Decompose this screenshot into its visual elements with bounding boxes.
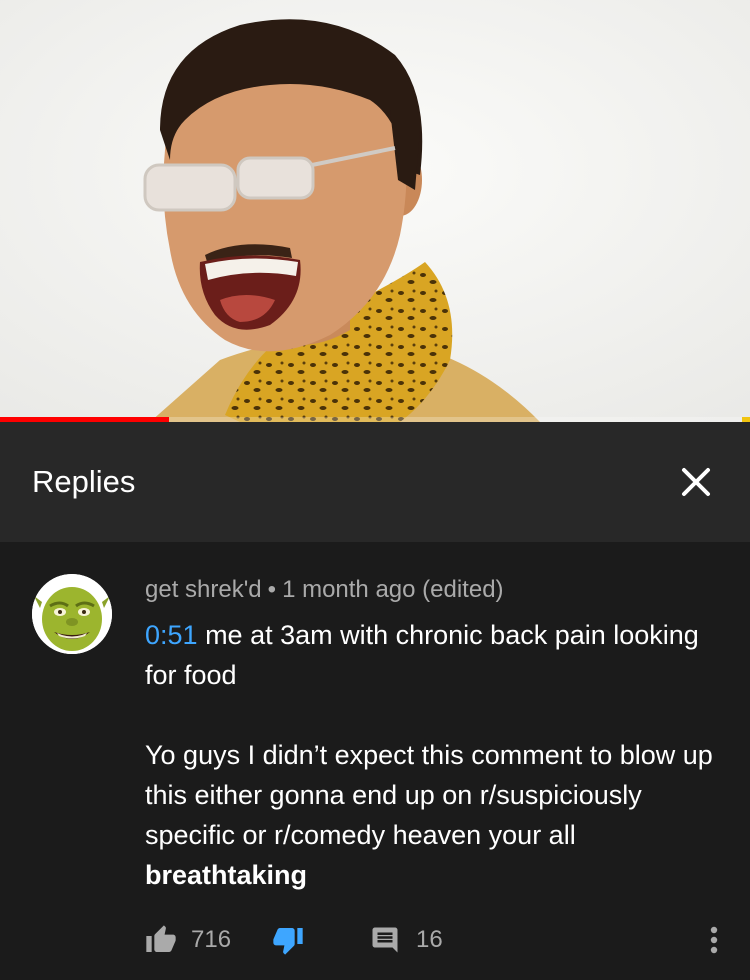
comment-meta: get shrek'd • 1 month ago (edited) (145, 576, 504, 604)
like-button[interactable]: 716 (145, 920, 231, 960)
timestamp-link[interactable]: 0:51 (145, 620, 198, 650)
video-image (0, 0, 750, 422)
meta-separator: • (267, 576, 277, 603)
comment-time: 1 month ago (edited) (282, 576, 504, 603)
replies-title: Replies (32, 464, 136, 499)
comment-author[interactable]: get shrek'd (145, 576, 262, 603)
close-button[interactable] (672, 458, 720, 506)
comment-text-1: me at 3am with chronic back pain looking… (145, 620, 699, 690)
comment-paragraph-1: 0:51 me at 3am with chronic back pain lo… (145, 615, 725, 695)
dislike-button[interactable] (272, 920, 304, 960)
like-count: 716 (191, 926, 232, 953)
replies-header: Replies (0, 422, 750, 542)
comment-bold-text: breathtaking (145, 860, 308, 890)
reply-button[interactable]: 16 (370, 920, 443, 960)
thumbs-down-icon (273, 928, 303, 955)
more-vertical-icon (710, 926, 718, 954)
more-options-button[interactable] (700, 920, 728, 960)
avatar[interactable] (32, 574, 112, 654)
shrek-avatar-icon (32, 574, 112, 654)
reply-count: 16 (416, 926, 443, 953)
close-icon (682, 468, 710, 496)
comment-actions: 716 16 (0, 920, 750, 960)
comment-body: 0:51 me at 3am with chronic back pain lo… (145, 615, 725, 895)
video-frame[interactable] (0, 0, 750, 422)
comment-thread: get shrek'd • 1 month ago (edited) 0:51 me… (0, 542, 750, 980)
comment-paragraph-2: Yo guys I didn’t expect this comment to … (145, 735, 725, 895)
comment-text-2: Yo guys I didn’t expect this comment to … (145, 740, 713, 850)
comment-icon (372, 927, 398, 953)
thumbs-up-icon (146, 925, 176, 952)
